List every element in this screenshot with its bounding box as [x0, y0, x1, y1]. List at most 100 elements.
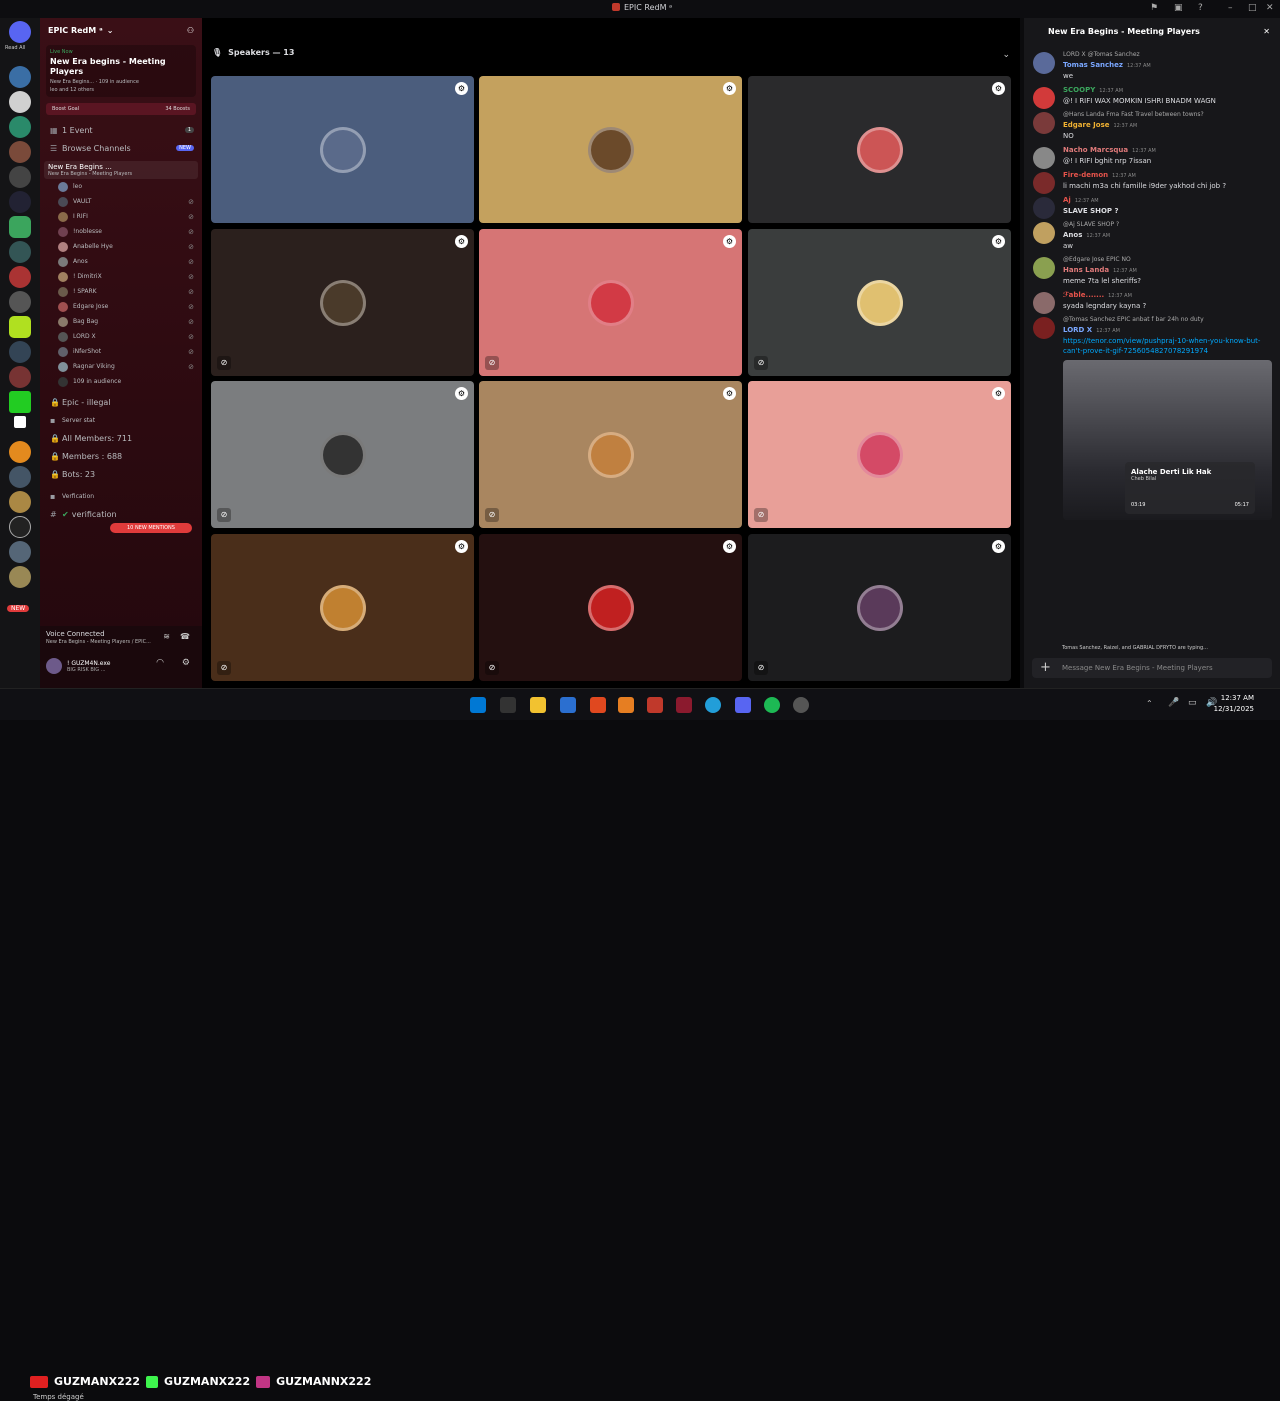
speaker-tile[interactable]: ⚙ ⊘: [211, 229, 474, 376]
user-panel[interactable]: ! GUZM4N.exe BIG RISK BIG ...: [46, 658, 110, 674]
server-icon[interactable]: [9, 491, 31, 513]
new-mentions-badge[interactable]: 10 NEW MENTIONS: [110, 523, 192, 533]
stage-user[interactable]: Edgare Jose ⊘: [40, 299, 202, 314]
discord-icon[interactable]: [735, 697, 751, 713]
server-icon[interactable]: [9, 391, 31, 413]
headset-icon[interactable]: ◠: [156, 658, 164, 668]
options-icon[interactable]: ⚙: [723, 82, 736, 95]
speaker-tile[interactable]: ⚙: [479, 76, 742, 223]
speaker-tile[interactable]: ⚙ ⊘: [748, 534, 1011, 681]
stage-user[interactable]: iNferShot ⊘: [40, 344, 202, 359]
message-author[interactable]: Aj: [1063, 196, 1071, 204]
options-icon[interactable]: ⚙: [455, 235, 468, 248]
close-icon[interactable]: ✕: [1263, 27, 1270, 36]
options-icon[interactable]: ⚙: [992, 82, 1005, 95]
server-icon[interactable]: [9, 316, 31, 338]
message-author[interactable]: LORD X: [1063, 326, 1092, 334]
stage-user[interactable]: Bag Bag ⊘: [40, 314, 202, 329]
server-icon[interactable]: [9, 466, 31, 488]
reply-preview[interactable]: @Edgare Jose EPIC NO: [1063, 255, 1272, 265]
stage-user[interactable]: Ragnar Viking ⊘: [40, 359, 202, 374]
message-author[interactable]: Edgare Jose: [1063, 121, 1110, 129]
server-icon[interactable]: [9, 141, 31, 163]
message-author[interactable]: Nacho Marcsqua: [1063, 146, 1128, 154]
avatar[interactable]: [1033, 147, 1055, 169]
avatar[interactable]: [1033, 317, 1055, 339]
reply-preview[interactable]: LORD X @Tomas Sanchez: [1063, 50, 1272, 60]
avatar[interactable]: [1033, 112, 1055, 134]
avatar[interactable]: [1033, 197, 1055, 219]
gif-embed[interactable]: Alache Derti Lik Hak Cheb Bilal 03:19 05:17: [1063, 360, 1272, 520]
server-icon[interactable]: [9, 241, 31, 263]
message-input[interactable]: Message New Era Begins - Meeting Players: [1032, 658, 1272, 678]
stage-user[interactable]: VAULT ⊘: [40, 194, 202, 209]
reply-preview[interactable]: @Hans Landa Fma Fast Travel between town…: [1063, 110, 1272, 120]
audience-count[interactable]: 109 in audience: [40, 374, 202, 389]
avatar[interactable]: [1033, 222, 1055, 244]
add-friend-icon[interactable]: ⚇: [187, 26, 194, 35]
telegram-icon[interactable]: [705, 697, 721, 713]
reply-preview[interactable]: @Tomas Sanchez EPIC anbat f bar 24h no d…: [1063, 315, 1272, 325]
category-verification[interactable]: ▪ Verfication: [40, 487, 202, 505]
server-icon[interactable]: [9, 116, 31, 138]
message-author[interactable]: Hans Landa: [1063, 266, 1109, 274]
stat-channel[interactable]: 🔒 Bots: 23: [40, 465, 202, 483]
read-all-label[interactable]: Read All: [5, 45, 25, 51]
server-icon[interactable]: [9, 516, 31, 538]
verification-channel[interactable]: # ✔ verification: [40, 505, 202, 523]
speaker-tile[interactable]: ⚙ ⊘: [211, 381, 474, 528]
server-icon[interactable]: [9, 66, 31, 88]
server-icon[interactable]: [9, 191, 31, 213]
disconnect-icon[interactable]: ☎: [180, 632, 190, 641]
noise-suppression-icon[interactable]: ≋: [163, 632, 170, 641]
stat-channel[interactable]: 🔒 Members : 688: [40, 447, 202, 465]
app-icon[interactable]: [676, 697, 692, 713]
options-icon[interactable]: ⚙: [455, 540, 468, 553]
options-icon[interactable]: ⚙: [723, 387, 736, 400]
help-icon[interactable]: ?: [1198, 3, 1203, 13]
message-author[interactable]: Tomas Sanchez: [1063, 61, 1123, 69]
speaker-tile[interactable]: ⚙ ⊘: [479, 229, 742, 376]
server-icon[interactable]: [14, 416, 26, 428]
server-icon[interactable]: [9, 266, 31, 288]
live-event-card[interactable]: Live Now New Era begins - Meeting Player…: [46, 45, 196, 97]
avatar[interactable]: [1033, 172, 1055, 194]
options-icon[interactable]: ⚙: [992, 540, 1005, 553]
stage-user[interactable]: I RIFI ⊘: [40, 209, 202, 224]
weather[interactable]: Temps dégagé: [33, 1393, 84, 1401]
maximize-button[interactable]: □: [1248, 3, 1257, 13]
stage-user[interactable]: ! DimitriX ⊘: [40, 269, 202, 284]
server-icon[interactable]: [9, 366, 31, 388]
browse-channels-item[interactable]: ☰ Browse Channels NEW: [40, 139, 202, 157]
server-icon[interactable]: [9, 166, 31, 188]
gear-icon[interactable]: ⚙: [182, 658, 190, 668]
options-icon[interactable]: ⚙: [992, 235, 1005, 248]
speaker-tile[interactable]: ⚙: [211, 76, 474, 223]
app-icon[interactable]: [618, 697, 634, 713]
stage-user[interactable]: ! SPARK ⊘: [40, 284, 202, 299]
voice-channel-path[interactable]: New Era Begins - Meeting Players / EPIC.…: [46, 639, 151, 645]
message-link[interactable]: https://tenor.com/view/pushpraj-10-when-…: [1063, 336, 1272, 356]
events-item[interactable]: ▦ 1 Event 1: [40, 121, 202, 139]
brave-icon[interactable]: [590, 697, 606, 713]
message-author[interactable]: Anos: [1063, 231, 1082, 239]
stat-channel[interactable]: 🔒 All Members: 711: [40, 429, 202, 447]
speaker-tile[interactable]: ⚙ ⊘: [479, 534, 742, 681]
message-author[interactable]: SCOOPY: [1063, 86, 1095, 94]
inbox-icon[interactable]: ▣: [1174, 3, 1183, 13]
discord-home-icon[interactable]: [9, 21, 31, 43]
spotify-icon[interactable]: [764, 697, 780, 713]
message-author[interactable]: Fire-demon: [1063, 171, 1108, 179]
avatar[interactable]: [1033, 52, 1055, 74]
stage-user[interactable]: Anabelle Hye ⊘: [40, 239, 202, 254]
server-header[interactable]: EPIC RedM ᵃ ⌄ ⚇: [40, 18, 202, 42]
file-explorer-icon[interactable]: [530, 697, 546, 713]
stage-user[interactable]: !noblesse ⊘: [40, 224, 202, 239]
close-button[interactable]: ✕: [1266, 3, 1274, 13]
now-playing-card[interactable]: Alache Derti Lik Hak Cheb Bilal 03:19 05:17: [1125, 462, 1255, 514]
speaker-tile[interactable]: ⚙ ⊘: [211, 534, 474, 681]
options-icon[interactable]: ⚙: [455, 387, 468, 400]
speaker-tile[interactable]: ⚙ ⊘: [479, 381, 742, 528]
app-icon[interactable]: [647, 697, 663, 713]
server-icon[interactable]: [9, 566, 31, 588]
